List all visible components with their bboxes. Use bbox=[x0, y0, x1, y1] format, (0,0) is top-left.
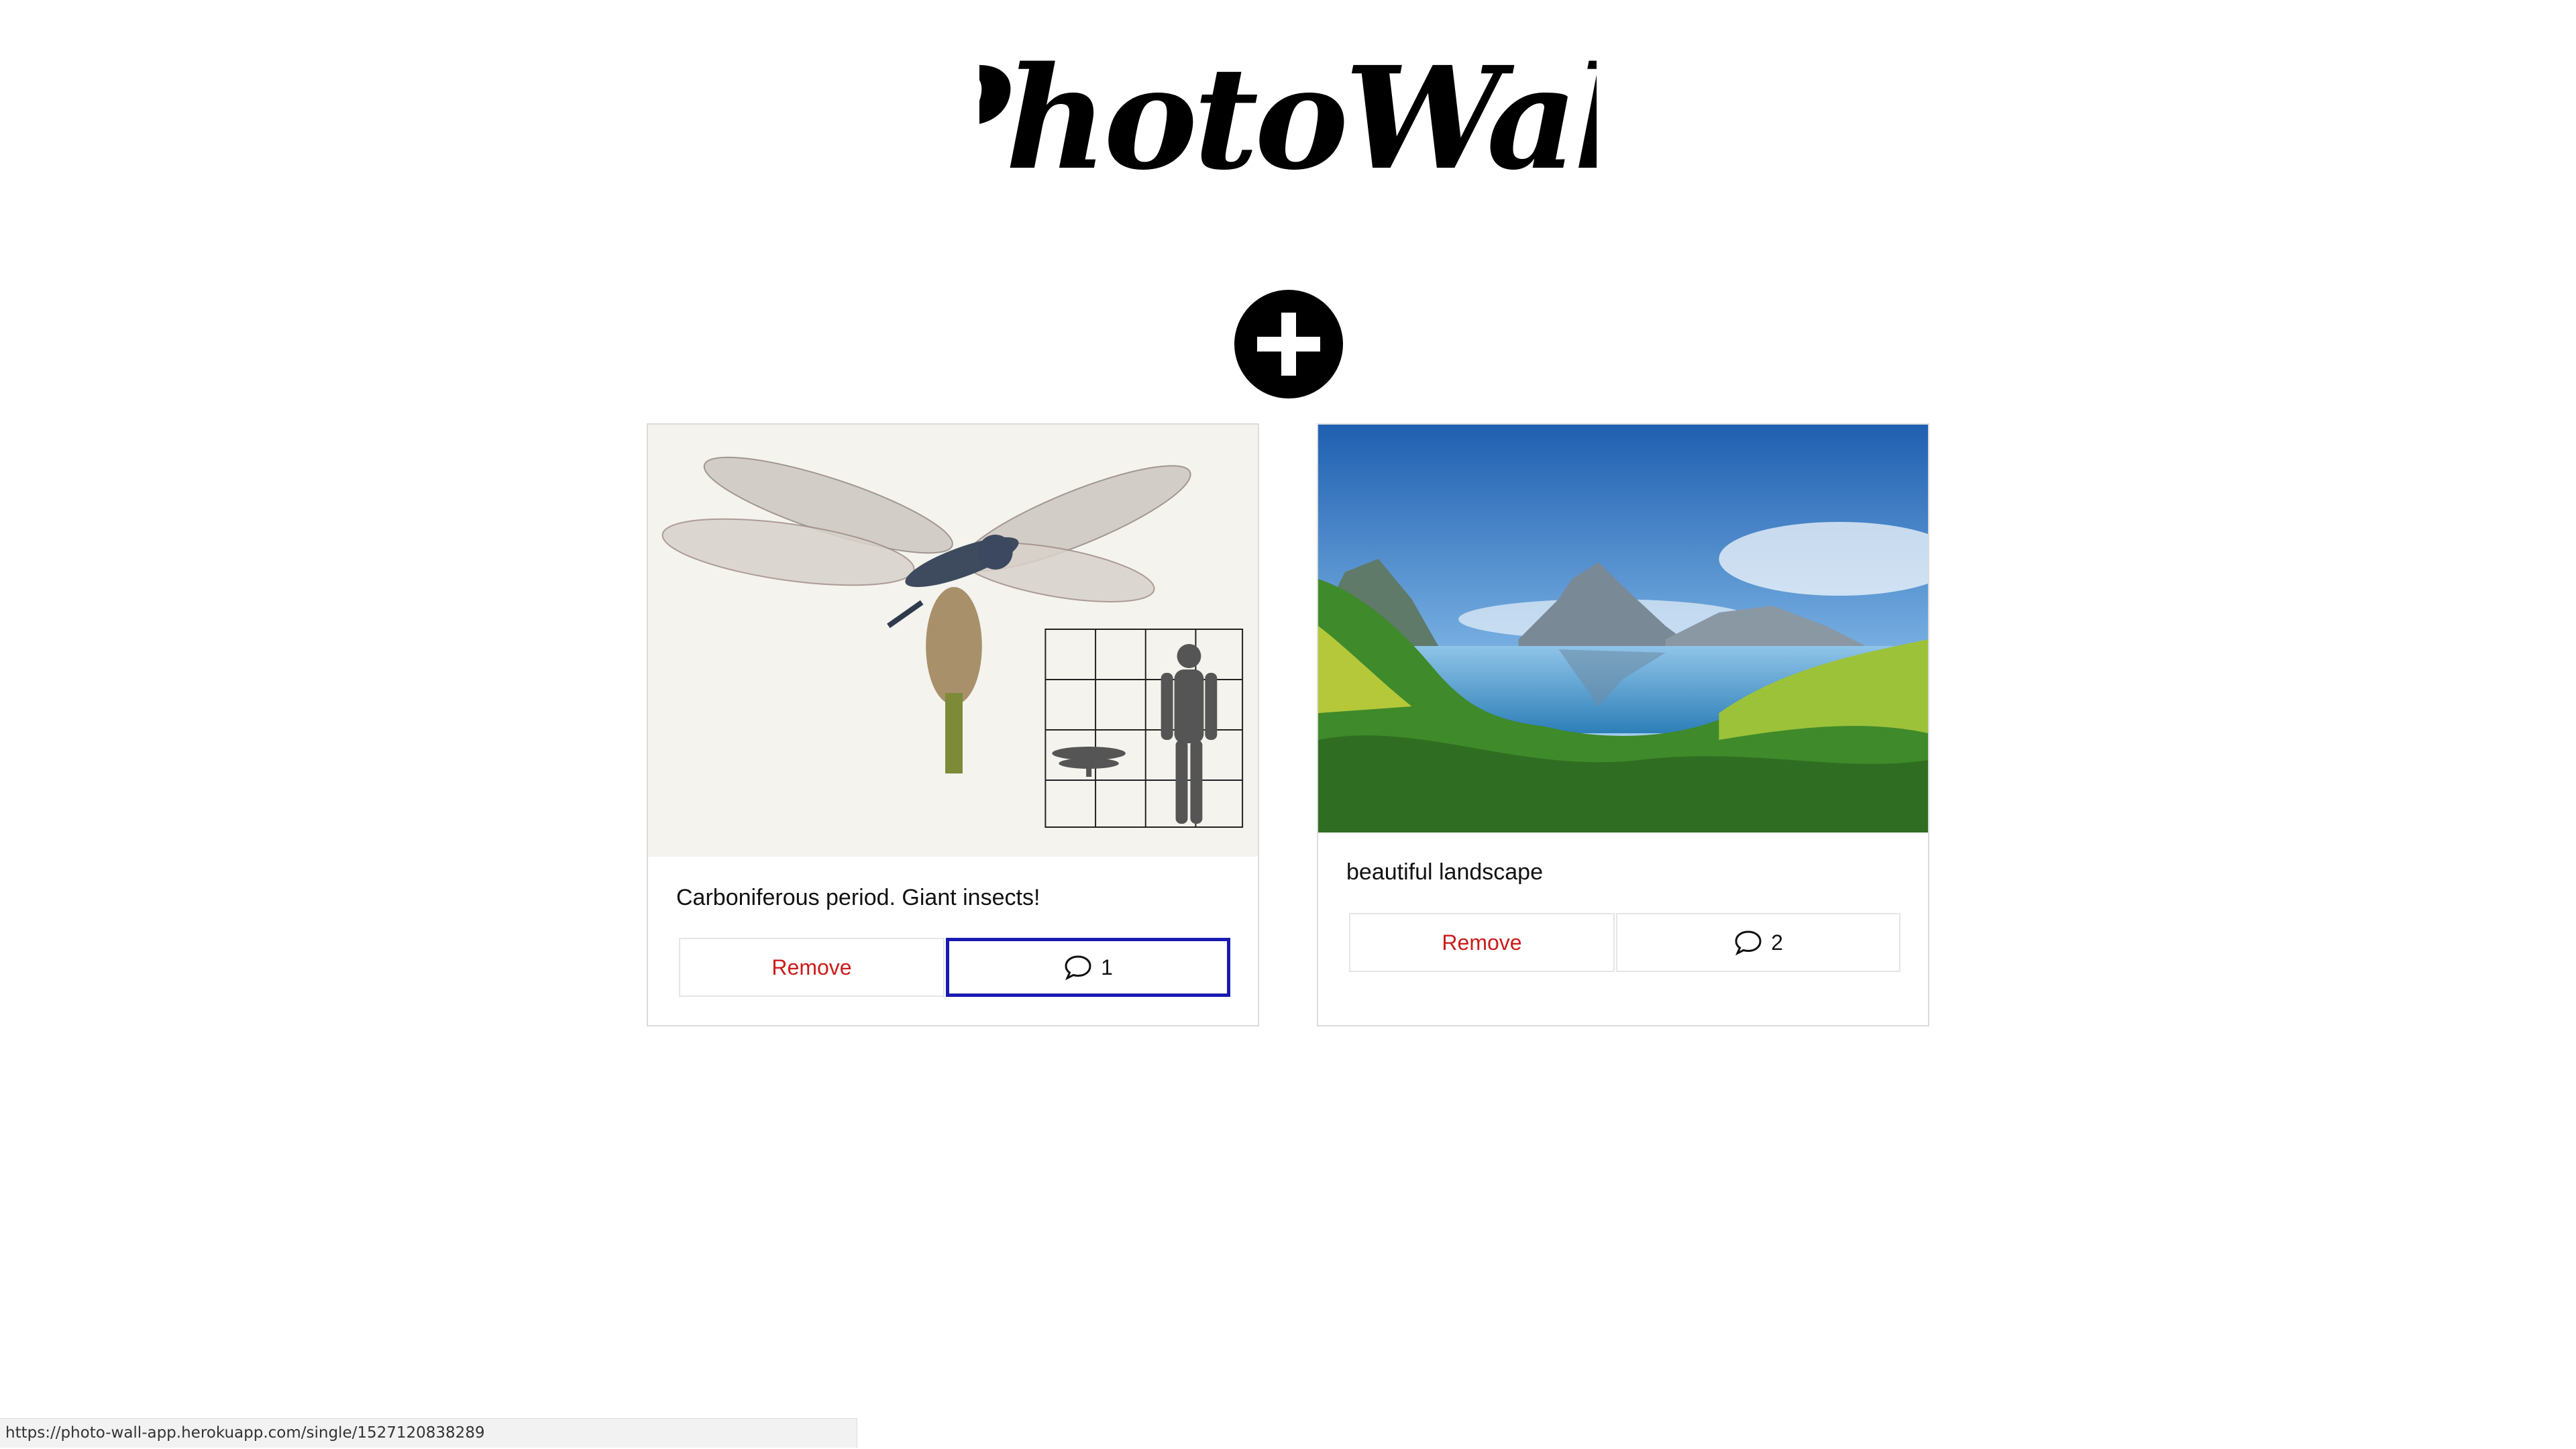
speech-bubble-icon bbox=[1063, 954, 1093, 981]
remove-button[interactable]: Remove bbox=[679, 938, 945, 997]
landscape-photo[interactable] bbox=[1318, 425, 1928, 833]
photo-card: beautiful landscape Remove 2 bbox=[1317, 423, 1929, 1026]
logo-text: PhotoWall bbox=[979, 36, 1597, 201]
comments-button[interactable]: 1 bbox=[946, 938, 1230, 997]
comment-count: 1 bbox=[1101, 955, 1113, 979]
photo-description: Carboniferous period. Giant insects! bbox=[676, 885, 1040, 910]
photo-description: beautiful landscape bbox=[1346, 859, 1544, 885]
remove-label: Remove bbox=[771, 955, 852, 979]
photowall-logo[interactable]: PhotoWall bbox=[979, 34, 1597, 208]
remove-label: Remove bbox=[1442, 930, 1522, 955]
remove-button[interactable]: Remove bbox=[1349, 913, 1615, 972]
comments-button[interactable]: 2 bbox=[1616, 913, 1900, 972]
dragonfly-photo[interactable] bbox=[648, 425, 1258, 857]
photo-card: Carboniferous period. Giant insects! Rem… bbox=[647, 423, 1259, 1026]
add-photo-button[interactable] bbox=[1234, 290, 1343, 398]
speech-bubble-icon bbox=[1733, 929, 1763, 956]
photowall-page: PhotoWall bbox=[0, 0, 2576, 1449]
status-bar-url: https://photo-wall-app.herokuapp.com/sin… bbox=[0, 1418, 857, 1448]
comment-count: 2 bbox=[1771, 930, 1783, 955]
